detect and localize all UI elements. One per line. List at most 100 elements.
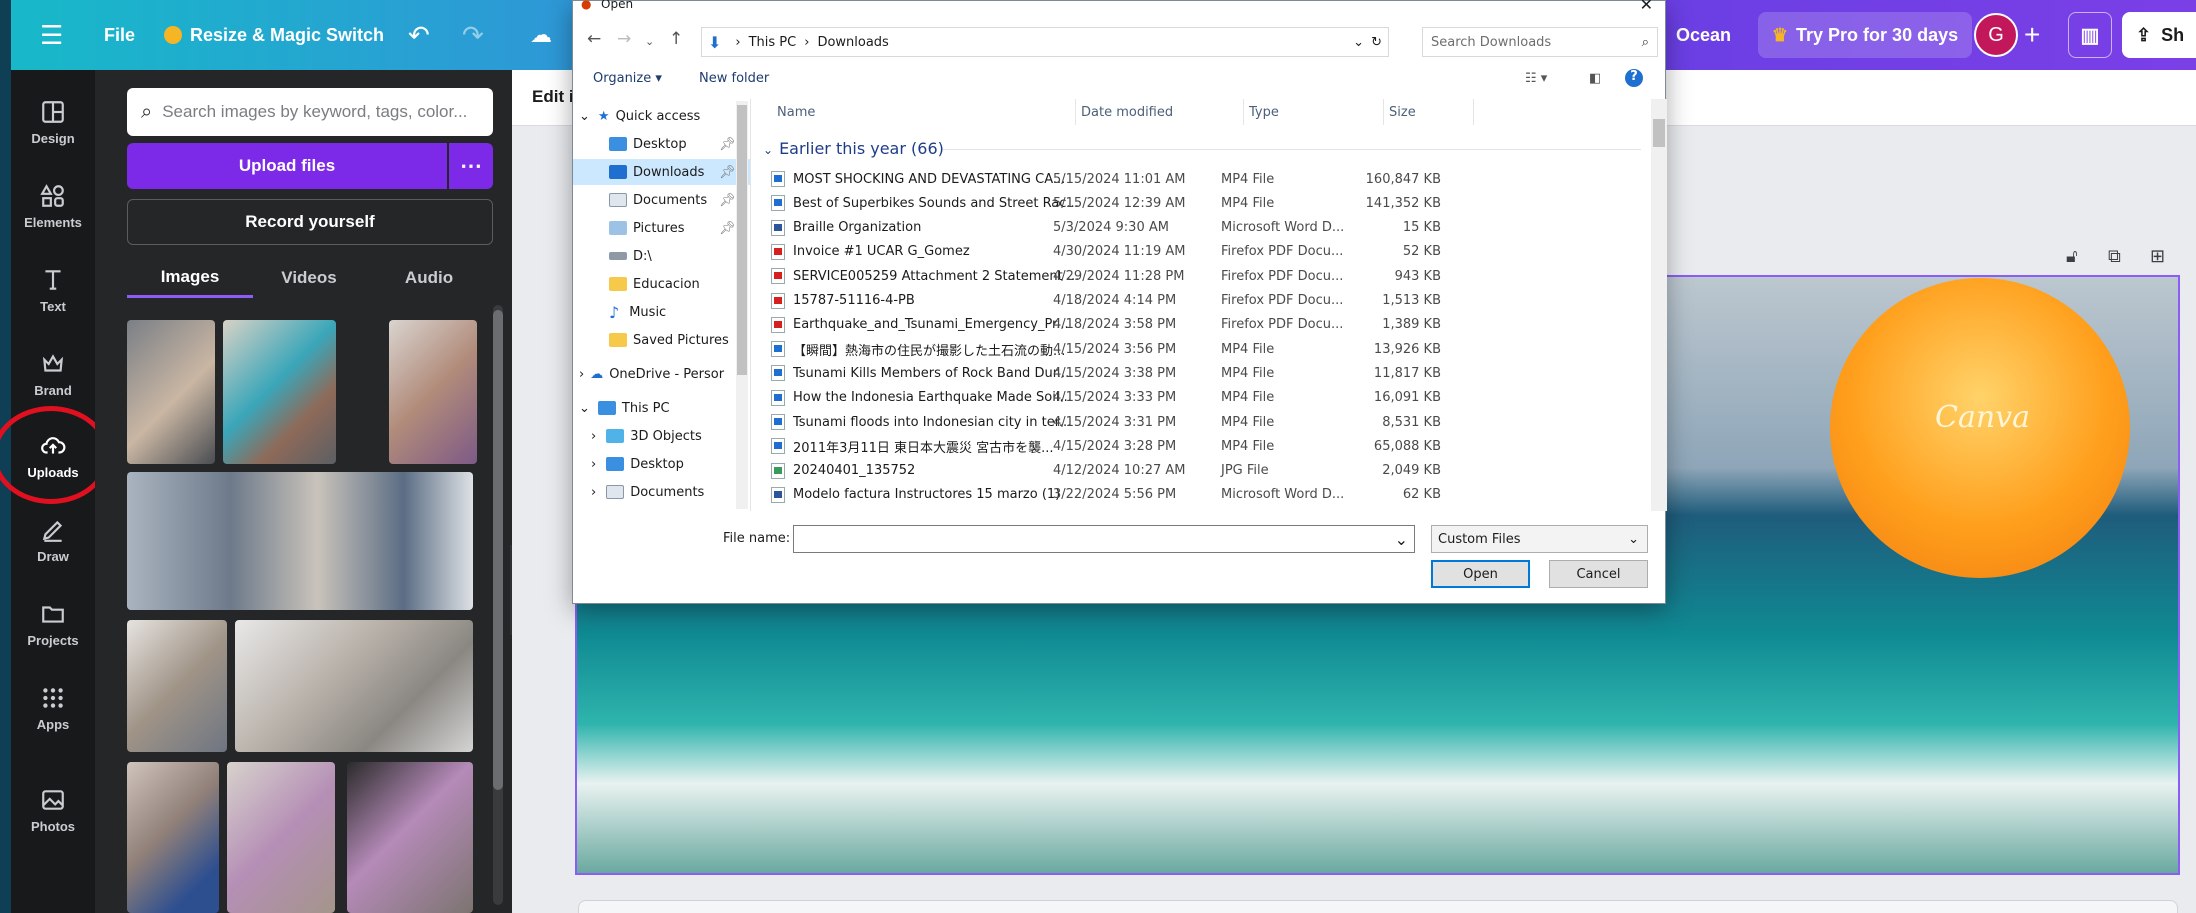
rail-brand[interactable]: Brand <box>11 338 95 410</box>
rail-text[interactable]: Text <box>11 254 95 326</box>
column-size[interactable]: Size <box>1389 105 1416 120</box>
tab-audio[interactable]: Audio <box>379 258 479 298</box>
file-row[interactable]: Earthquake_and_Tsunami_Emergency_Pr... 4/… <box>763 313 1643 337</box>
share-button[interactable]: ⇪ Sh <box>2122 12 2196 58</box>
chevron-down-icon[interactable]: ⌄ <box>1353 35 1364 50</box>
file-row[interactable]: How the Indonesia Earthquake Made Soil..… <box>763 386 1643 410</box>
tree-item-quick-access[interactable]: ⌄ ★ Quick access <box>573 103 750 129</box>
tree-item-documents[interactable]: Documents 📌︎ <box>573 187 750 213</box>
column-date-modified[interactable]: Date modified <box>1081 105 1173 120</box>
breadcrumb-downloads[interactable]: Downloads <box>817 35 888 50</box>
tree-item-onedrive[interactable]: › ☁ OneDrive - Persor <box>573 361 750 387</box>
rail-elements[interactable]: Elements <box>11 170 95 242</box>
tree-item-educacion[interactable]: Educacion <box>573 271 750 297</box>
file-row[interactable]: 15787-51116-4-PB 4/18/2024 4:14 PM Firefox… <box>763 289 1643 313</box>
upload-image[interactable] <box>347 762 473 913</box>
upload-image[interactable] <box>127 320 215 464</box>
address-bar[interactable]: ⬇ › This PC › Downloads ⌄ ↻ <box>701 27 1389 57</box>
add-collaborator-icon[interactable]: + <box>2024 0 2040 70</box>
column-name[interactable]: Name <box>777 105 815 120</box>
upload-image[interactable] <box>235 620 473 752</box>
search-downloads-input[interactable]: Search Downloads ⌕ <box>1422 27 1658 57</box>
group-header[interactable]: ⌄ Earlier this year (66) <box>763 139 944 158</box>
tree-item-music[interactable]: ♪ Music <box>573 299 750 325</box>
up-arrow-icon[interactable]: ↑ <box>669 29 683 49</box>
help-icon[interactable]: ? <box>1625 69 1643 87</box>
new-folder-button[interactable]: New folder <box>699 71 769 86</box>
close-icon[interactable]: ✕ <box>1640 0 1653 14</box>
tree-item-drive-d[interactable]: D:\ <box>573 243 750 269</box>
tree-item-3d-objects[interactable]: › 3D Objects <box>573 423 750 449</box>
avatar[interactable]: G <box>1974 13 2018 57</box>
upload-image[interactable] <box>127 762 219 913</box>
duplicate-icon[interactable]: ⧉ <box>2108 246 2132 270</box>
upload-image[interactable] <box>127 620 227 752</box>
undo-icon[interactable]: ↶ <box>408 0 430 70</box>
breadcrumb-this-pc[interactable]: This PC <box>749 35 797 50</box>
file-row[interactable]: Best of Superbikes Sounds and Street Rac… <box>763 191 1643 215</box>
file-row[interactable]: Braille Organization 5/3/2024 9:30 AM Micr… <box>763 216 1643 240</box>
rail-projects[interactable]: Projects <box>11 588 95 660</box>
file-name-input[interactable]: ⌄ <box>793 525 1415 553</box>
column-type[interactable]: Type <box>1249 105 1279 120</box>
file-list-scrollbar[interactable] <box>1651 99 1667 511</box>
try-pro-button[interactable]: ♛ Try Pro for 30 days <box>1758 12 1972 58</box>
expand-icon: ⌄ <box>579 400 590 416</box>
tree-item-saved-pictures[interactable]: Saved Pictures <box>573 327 750 353</box>
analytics-icon[interactable]: ▥ <box>2068 12 2112 58</box>
file-row[interactable]: 20240401_135752 4/12/2024 10:27 AM JPG Fil… <box>763 459 1643 483</box>
upload-files-button[interactable]: Upload files <box>127 143 447 189</box>
document-title[interactable]: Ocean <box>1676 0 1731 70</box>
tab-images[interactable]: Images <box>127 258 253 298</box>
file-row[interactable]: Invoice #1 UCAR G_Gomez 4/30/2024 11:19 A… <box>763 240 1643 264</box>
search-input[interactable]: ⌕ Search images by keyword, tags, color.… <box>127 88 493 136</box>
file-row[interactable]: MOST SHOCKING AND DEVASTATING CA... 5/15/… <box>763 167 1643 191</box>
redo-icon[interactable]: ↷ <box>462 0 484 70</box>
upload-image[interactable] <box>223 320 336 464</box>
file-row[interactable]: Tsunami floods into Indonesian city in t… <box>763 410 1643 434</box>
tree-item-documents-pc[interactable]: › Documents <box>573 479 750 505</box>
tab-videos[interactable]: Videos <box>255 258 363 298</box>
file-list-scrollbar-thumb[interactable] <box>1653 119 1665 147</box>
cancel-button[interactable]: Cancel <box>1549 560 1648 588</box>
file-menu[interactable]: File <box>104 0 135 70</box>
tree-item-desktop[interactable]: Desktop 📌︎ <box>573 131 750 157</box>
cloud-save-icon[interactable]: ☁ <box>530 0 552 70</box>
open-button[interactable]: Open <box>1431 560 1530 588</box>
more-options-icon[interactable]: ⋯ <box>449 143 493 189</box>
forward-arrow-icon[interactable]: → <box>617 29 631 49</box>
tree-item-desktop-pc[interactable]: › Desktop <box>573 451 750 477</box>
upload-image[interactable] <box>127 472 473 610</box>
tree-item-downloads[interactable]: Downloads 📌︎ <box>573 159 750 185</box>
tree-item-this-pc[interactable]: ⌄ This PC <box>573 395 750 421</box>
add-page-icon[interactable]: ⊞ <box>2150 246 2174 270</box>
chevron-down-icon[interactable]: ⌄ <box>1395 530 1408 549</box>
refresh-icon[interactable]: ↻ <box>1371 35 1382 50</box>
computer-icon <box>597 401 616 415</box>
edit-image-button[interactable]: Edit i <box>532 87 574 107</box>
organize-menu[interactable]: Organize ▾ <box>593 71 662 86</box>
upload-image[interactable] <box>389 320 477 464</box>
rail-photos[interactable]: Photos <box>11 774 95 846</box>
rail-design[interactable]: Design <box>11 86 95 158</box>
file-row[interactable]: Tsunami Kills Members of Rock Band Dur..… <box>763 361 1643 385</box>
tree-scrollbar-thumb[interactable] <box>737 105 747 375</box>
record-yourself-button[interactable]: Record yourself <box>127 199 493 245</box>
recent-dropdown-icon[interactable]: ⌄ <box>645 35 654 48</box>
file-row[interactable]: 【瞬間】熱海市の住民が撮影した土石流の動... 4/15/2024 3:56 PM… <box>763 337 1643 361</box>
preview-pane-icon[interactable]: ◧ <box>1589 71 1601 86</box>
lock-icon[interactable]: 🔓︎ <box>2066 246 2090 270</box>
resize-magic-switch-button[interactable]: Resize & Magic Switch <box>164 0 384 70</box>
file-type-select[interactable]: Custom Files ⌄ <box>1431 525 1648 553</box>
tree-item-pictures[interactable]: Pictures 📌︎ <box>573 215 750 241</box>
view-options-icon[interactable]: ☷ ▾ <box>1525 71 1547 86</box>
upload-image[interactable] <box>227 762 335 913</box>
rail-draw[interactable]: Draw <box>11 504 95 576</box>
panel-scrollbar-thumb[interactable] <box>493 310 503 790</box>
file-row[interactable]: Modelo factura Instructores 15 marzo (1)… <box>763 483 1643 507</box>
menu-icon[interactable]: ☰ <box>40 0 63 70</box>
rail-apps[interactable]: Apps <box>11 672 95 744</box>
file-row[interactable]: SERVICE005259 Attachment 2 Statement ...… <box>763 264 1643 288</box>
back-arrow-icon[interactable]: ← <box>587 29 601 49</box>
file-row[interactable]: 2011年3月11日 東日本大震災 宮古市を襲... 4/15/2024 3:28… <box>763 434 1643 458</box>
